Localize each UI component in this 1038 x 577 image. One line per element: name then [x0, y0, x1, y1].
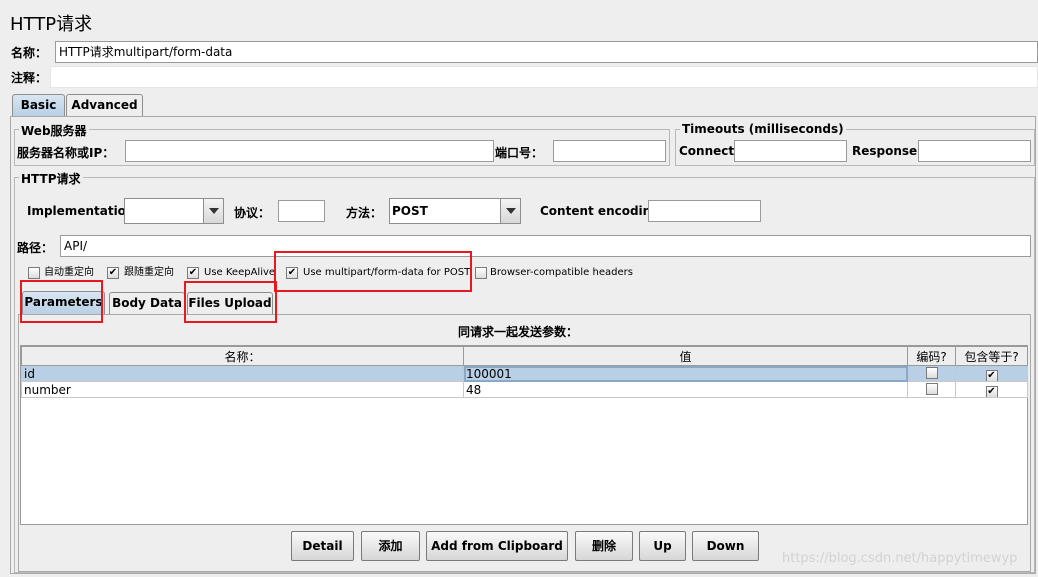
encode-checkbox[interactable] [925, 383, 938, 395]
param-name-cell[interactable]: id [21, 365, 464, 382]
response-field[interactable] [918, 140, 1031, 162]
browser-headers-checkbox[interactable] [475, 267, 487, 279]
web-server-legend: Web服务器 [19, 122, 89, 139]
chevron-down-icon[interactable] [500, 199, 520, 223]
port-label: 端口号： [495, 146, 544, 160]
protocol-label: 协议： [234, 206, 271, 220]
table-row[interactable]: number 48 ✔ [21, 381, 1028, 398]
column-header-value[interactable]: 值 [463, 346, 908, 366]
down-button[interactable]: Down [692, 531, 759, 561]
column-header-include-equals[interactable]: 包含等于? [955, 346, 1028, 366]
encode-cell[interactable] [907, 365, 956, 382]
up-button[interactable]: Up [639, 531, 686, 561]
include-equals-cell[interactable]: ✔ [955, 365, 1028, 382]
highlight-box-files-upload [184, 281, 277, 323]
tab-basic[interactable]: Basic [12, 94, 65, 116]
method-value: POST [392, 204, 428, 218]
encoding-field[interactable] [648, 200, 761, 222]
method-label: 方法： [346, 206, 383, 220]
port-field[interactable] [553, 140, 666, 162]
comment-field[interactable] [50, 66, 1038, 88]
add-from-clipboard-button[interactable]: Add from Clipboard [426, 531, 568, 561]
chevron-down-icon[interactable] [203, 199, 223, 223]
tab-advanced[interactable]: Advanced [66, 94, 143, 116]
response-label: Response: [852, 144, 922, 158]
path-field[interactable]: API/ [60, 235, 1031, 257]
follow-redirect-label: 跟随重定向 [124, 267, 174, 278]
server-label: 服务器名称或IP： [17, 146, 115, 160]
name-field[interactable]: HTTP请求multipart/form-data [55, 41, 1038, 63]
page-title: HTTP请求 [10, 14, 93, 35]
implementation-select[interactable] [124, 198, 224, 224]
detail-button[interactable]: Detail [291, 531, 354, 561]
server-field[interactable] [125, 140, 494, 162]
implementation-label: Implementation: [27, 204, 140, 218]
watermark: https://blog.csdn.net/happytimewyp [782, 551, 1018, 566]
tab-body-data[interactable]: Body Data [109, 292, 185, 314]
column-header-name[interactable]: 名称： [21, 346, 464, 366]
param-value-cell[interactable]: 100001 [463, 365, 908, 382]
timeouts-legend: Timeouts (milliseconds) [680, 122, 846, 136]
include-equals-checkbox[interactable]: ✔ [985, 386, 998, 397]
connect-field[interactable] [734, 140, 847, 162]
http-request-legend: HTTP请求 [19, 170, 83, 187]
auto-redirect-checkbox[interactable] [28, 267, 40, 279]
highlight-box-multipart [274, 251, 472, 292]
add-button[interactable]: 添加 [361, 531, 420, 561]
include-equals-checkbox[interactable]: ✔ [985, 370, 998, 381]
auto-redirect-label: 自动重定向 [44, 267, 94, 278]
browser-headers-label: Browser-compatible headers [490, 267, 633, 278]
column-header-encode[interactable]: 编码? [907, 346, 956, 366]
method-select[interactable]: POST [389, 198, 521, 224]
encoding-label: Content encoding: [540, 204, 665, 218]
param-name-cell[interactable]: number [21, 381, 464, 398]
params-caption: 同请求一起发送参数： [458, 325, 579, 339]
keepalive-label: Use KeepAlive [204, 267, 276, 278]
delete-button[interactable]: 删除 [575, 531, 633, 561]
path-label: 路径： [17, 241, 54, 255]
highlight-box-parameters [20, 280, 103, 323]
encode-cell[interactable] [907, 381, 956, 398]
name-label: 名称： [11, 46, 48, 60]
table-row[interactable]: id 100001 ✔ [21, 365, 1028, 382]
connect-label: Connect: [679, 144, 739, 158]
protocol-field[interactable] [278, 200, 325, 222]
follow-redirect-checkbox[interactable]: ✔ [107, 267, 119, 279]
comment-label: 注释： [11, 71, 48, 85]
params-table: 名称： 值 编码? 包含等于? id 100001 ✔ number 48 ✔ [21, 346, 1028, 398]
include-equals-cell[interactable]: ✔ [955, 381, 1028, 398]
keepalive-checkbox[interactable]: ✔ [187, 267, 199, 279]
param-value-cell[interactable]: 48 [463, 381, 908, 398]
encode-checkbox[interactable] [925, 367, 938, 379]
